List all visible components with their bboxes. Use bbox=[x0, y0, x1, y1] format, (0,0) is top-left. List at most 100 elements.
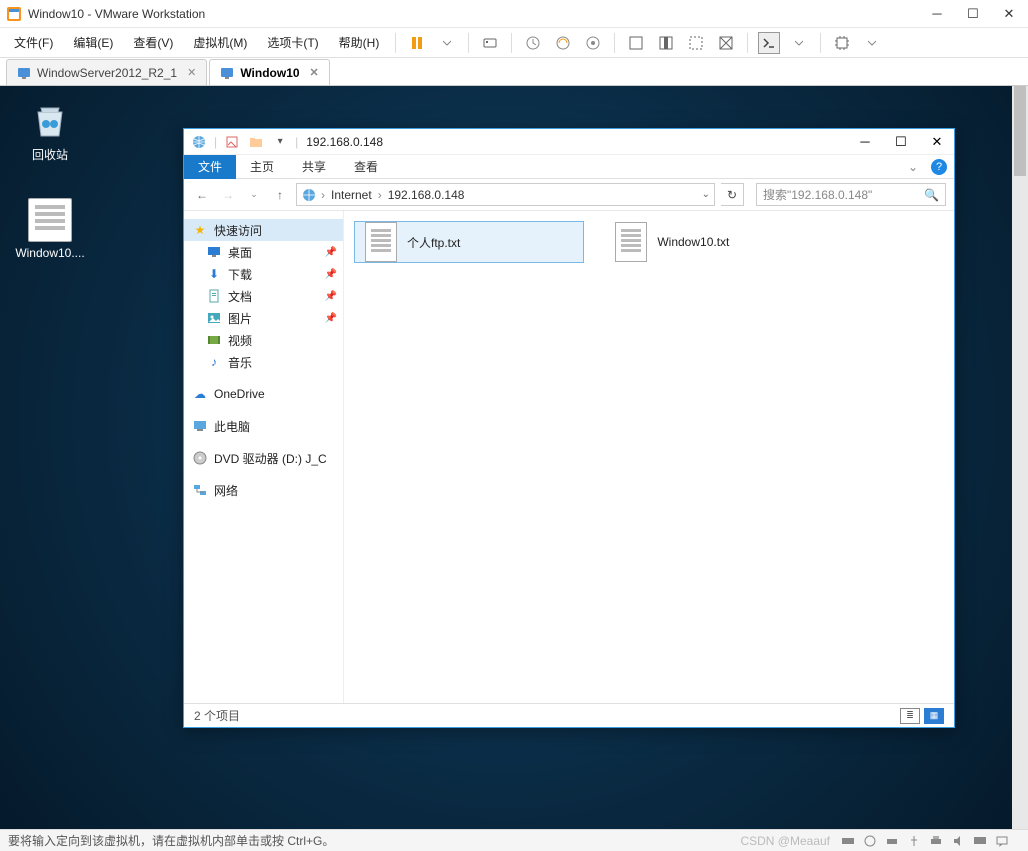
hdd-icon[interactable] bbox=[840, 833, 856, 849]
txt-file-icon bbox=[365, 222, 397, 262]
txt-file-icon bbox=[28, 198, 72, 242]
sidebar-item-desktop[interactable]: 桌面📌 bbox=[184, 241, 343, 263]
usb-icon[interactable] bbox=[906, 833, 922, 849]
up-button[interactable]: ↑ bbox=[270, 185, 290, 205]
new-folder-icon[interactable] bbox=[247, 133, 265, 151]
chevron-right-icon[interactable]: › bbox=[378, 188, 382, 202]
vm-tab-label: WindowServer2012_R2_1 bbox=[37, 66, 177, 80]
explorer-body: ★ 快速访问 桌面📌 ⬇下载📌 文档📌 图片📌 视频 ♪音乐 ☁OneDrive… bbox=[184, 211, 954, 703]
vmware-logo-icon bbox=[6, 6, 22, 22]
properties-icon[interactable] bbox=[223, 133, 241, 151]
scrollbar[interactable] bbox=[1012, 86, 1028, 829]
vm-tabs: WindowServer2012_R2_1 ✕ Window10 ✕ bbox=[0, 58, 1028, 86]
explorer-maximize-button[interactable]: ☐ bbox=[894, 135, 908, 149]
menu-view[interactable]: 查看(V) bbox=[125, 30, 181, 55]
separator bbox=[614, 33, 615, 53]
close-icon[interactable]: ✕ bbox=[187, 66, 196, 79]
file-item-ftp-txt[interactable]: 个人ftp.txt bbox=[354, 221, 584, 263]
vmware-maximize-button[interactable]: ☐ bbox=[966, 7, 980, 21]
ribbon-tab-view[interactable]: 查看 bbox=[340, 155, 392, 179]
qat-dropdown-icon[interactable]: ▾ bbox=[271, 133, 289, 151]
ribbon-tab-file[interactable]: 文件 bbox=[184, 155, 236, 179]
desktop-icon-recycle-bin[interactable]: 回收站 bbox=[14, 98, 86, 163]
display-icon[interactable] bbox=[972, 833, 988, 849]
address-bar[interactable]: › Internet › 192.168.0.148 ⌄ bbox=[296, 183, 715, 206]
pause-icon[interactable] bbox=[406, 32, 428, 54]
back-button[interactable]: ← bbox=[192, 185, 212, 205]
txt-file-icon bbox=[615, 222, 647, 262]
sidebar-item-pictures[interactable]: 图片📌 bbox=[184, 307, 343, 329]
menu-tabs[interactable]: 选项卡(T) bbox=[259, 30, 326, 55]
desktop-icon-txtfile[interactable]: Window10.... bbox=[14, 198, 86, 260]
forward-button[interactable]: → bbox=[218, 185, 238, 205]
separator: | bbox=[214, 135, 217, 149]
pin-icon: 📌 bbox=[325, 247, 337, 258]
explorer-minimize-button[interactable]: ─ bbox=[858, 135, 872, 149]
sidebar-item-this-pc[interactable]: 此电脑 bbox=[184, 415, 343, 437]
breadcrumb-internet[interactable]: Internet bbox=[329, 188, 374, 202]
ribbon-expand-icon[interactable]: ⌄ bbox=[902, 156, 924, 178]
vm-tab-server[interactable]: WindowServer2012_R2_1 ✕ bbox=[6, 59, 207, 85]
pc-icon bbox=[192, 418, 208, 434]
file-name: 个人ftp.txt bbox=[407, 234, 460, 251]
search-input[interactable]: 搜索"192.168.0.148" 🔍 bbox=[756, 183, 946, 206]
menu-help[interactable]: 帮助(H) bbox=[331, 30, 388, 55]
fit-guest-icon[interactable] bbox=[625, 32, 647, 54]
cd-icon[interactable] bbox=[862, 833, 878, 849]
unity-icon[interactable] bbox=[685, 32, 707, 54]
help-icon[interactable]: ? bbox=[928, 156, 950, 178]
vmware-minimize-button[interactable]: ─ bbox=[930, 7, 944, 21]
printer-icon[interactable] bbox=[928, 833, 944, 849]
snapshot-take-icon[interactable] bbox=[522, 32, 544, 54]
expand-icon[interactable] bbox=[831, 32, 853, 54]
vmware-close-button[interactable]: ✕ bbox=[1002, 7, 1016, 21]
sidebar-item-downloads[interactable]: ⬇下载📌 bbox=[184, 263, 343, 285]
view-details-button[interactable]: ≣ bbox=[900, 708, 920, 724]
dropdown-icon[interactable] bbox=[436, 32, 458, 54]
dropdown-icon[interactable] bbox=[788, 32, 810, 54]
close-icon[interactable]: ✕ bbox=[310, 66, 319, 79]
stretch-icon[interactable] bbox=[715, 32, 737, 54]
network-adapter-icon[interactable] bbox=[884, 833, 900, 849]
explorer-navbar: ← → ⌄ ↑ › Internet › 192.168.0.148 ⌄ ↻ 搜… bbox=[184, 179, 954, 211]
sidebar-quick-access[interactable]: ★ 快速访问 bbox=[184, 219, 343, 241]
breadcrumb-ip[interactable]: 192.168.0.148 bbox=[386, 188, 467, 202]
sidebar-item-onedrive[interactable]: ☁OneDrive bbox=[184, 383, 343, 405]
sidebar-item-music[interactable]: ♪音乐 bbox=[184, 351, 343, 373]
send-ctrl-alt-del-icon[interactable] bbox=[479, 32, 501, 54]
dropdown-icon[interactable] bbox=[861, 32, 883, 54]
console-icon[interactable] bbox=[758, 32, 780, 54]
ribbon-tab-share[interactable]: 共享 bbox=[288, 155, 340, 179]
separator bbox=[468, 33, 469, 53]
explorer-close-button[interactable]: ✕ bbox=[930, 135, 944, 149]
vm-tab-win10[interactable]: Window10 ✕ bbox=[209, 59, 329, 85]
explorer-titlebar[interactable]: | ▾ | 192.168.0.148 ─ ☐ ✕ bbox=[184, 129, 954, 155]
chevron-right-icon[interactable]: › bbox=[321, 188, 325, 202]
sidebar-item-dvd[interactable]: DVD 驱动器 (D:) J_C bbox=[184, 447, 343, 469]
menu-edit[interactable]: 编辑(E) bbox=[65, 30, 121, 55]
scrollbar-thumb[interactable] bbox=[1014, 86, 1026, 176]
address-dropdown-icon[interactable]: ⌄ bbox=[702, 189, 710, 200]
globe-icon bbox=[301, 187, 317, 203]
file-name: Window10.txt bbox=[657, 235, 729, 249]
explorer-files-pane[interactable]: 个人ftp.txt Window10.txt bbox=[344, 211, 954, 703]
menu-file[interactable]: 文件(F) bbox=[6, 30, 61, 55]
sidebar-item-documents[interactable]: 文档📌 bbox=[184, 285, 343, 307]
file-item-window10-txt[interactable]: Window10.txt bbox=[605, 221, 739, 263]
message-icon[interactable] bbox=[994, 833, 1010, 849]
fullscreen-icon[interactable] bbox=[655, 32, 677, 54]
ribbon-tab-home[interactable]: 主页 bbox=[236, 155, 288, 179]
recent-dropdown-icon[interactable]: ⌄ bbox=[244, 185, 264, 205]
snapshot-revert-icon[interactable] bbox=[552, 32, 574, 54]
sidebar-item-videos[interactable]: 视频 bbox=[184, 329, 343, 351]
vm-tab-label: Window10 bbox=[240, 66, 299, 80]
sound-icon[interactable] bbox=[950, 833, 966, 849]
sidebar-item-network[interactable]: 网络 bbox=[184, 479, 343, 501]
guest-desktop[interactable]: 回收站 Window10.... | ▾ | 192.168.0.148 bbox=[0, 86, 1012, 829]
vm-content: 回收站 Window10.... | ▾ | 192.168.0.148 bbox=[0, 86, 1028, 829]
refresh-button[interactable]: ↻ bbox=[721, 183, 744, 206]
menu-vm[interactable]: 虚拟机(M) bbox=[185, 30, 255, 55]
sidebar-label: DVD 驱动器 (D:) J_C bbox=[214, 450, 327, 467]
view-tiles-button[interactable]: ▦ bbox=[924, 708, 944, 724]
snapshot-manager-icon[interactable] bbox=[582, 32, 604, 54]
